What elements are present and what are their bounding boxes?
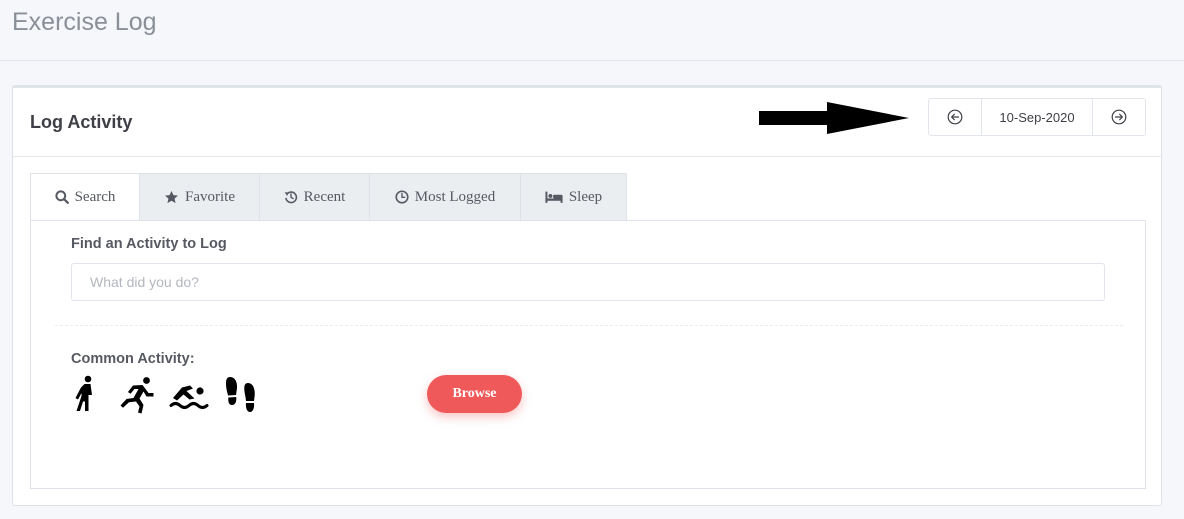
- tab-sleep[interactable]: Sleep: [521, 173, 627, 221]
- swimming-icon[interactable]: [169, 374, 209, 414]
- tab-label: Search: [74, 188, 116, 205]
- previous-date-button[interactable]: [929, 99, 982, 135]
- bed-icon: [545, 191, 563, 203]
- current-date: 10-Sep-2020: [999, 109, 1075, 125]
- circle-arrow-right-icon: [1111, 109, 1127, 125]
- clock-icon: [395, 190, 409, 204]
- arrow-right-icon: [759, 102, 909, 134]
- tab-label: Recent: [303, 188, 346, 205]
- footprints-icon[interactable]: [220, 374, 260, 414]
- log-activity-card: Log Activity 10-Sep-2020 Search Favorite…: [12, 85, 1162, 506]
- circle-arrow-left-icon: [947, 109, 963, 125]
- search-tab-panel: Find an Activity to Log Common Activity:…: [30, 220, 1146, 489]
- divider: [55, 325, 1123, 326]
- find-activity-label: Find an Activity to Log: [71, 236, 227, 252]
- card-title: Log Activity: [30, 112, 133, 132]
- tab-recent[interactable]: Recent: [260, 173, 370, 221]
- common-activity-label: Common Activity:: [71, 351, 195, 367]
- tab-search[interactable]: Search: [30, 173, 140, 221]
- activity-tabs: Search Favorite Recent Most Logged Sleep: [30, 173, 627, 221]
- tab-most-logged[interactable]: Most Logged: [370, 173, 521, 221]
- tab-label: Most Logged: [414, 188, 496, 205]
- next-date-button[interactable]: [1092, 99, 1145, 135]
- star-icon: [165, 190, 178, 203]
- running-icon[interactable]: [118, 374, 158, 414]
- date-navigator: 10-Sep-2020: [928, 98, 1146, 136]
- card-header: Log Activity 10-Sep-2020: [13, 88, 1161, 157]
- page-header: Exercise Log: [0, 0, 1184, 61]
- history-icon: [284, 191, 297, 204]
- activity-search-input[interactable]: [71, 263, 1105, 301]
- search-icon: [54, 190, 69, 204]
- walking-icon[interactable]: [67, 374, 107, 414]
- tab-label: Favorite: [185, 188, 235, 205]
- tab-favorite[interactable]: Favorite: [140, 173, 260, 221]
- tab-label: Sleep: [568, 188, 603, 205]
- page-title: Exercise Log: [12, 8, 157, 36]
- browse-button[interactable]: Browse: [427, 375, 522, 413]
